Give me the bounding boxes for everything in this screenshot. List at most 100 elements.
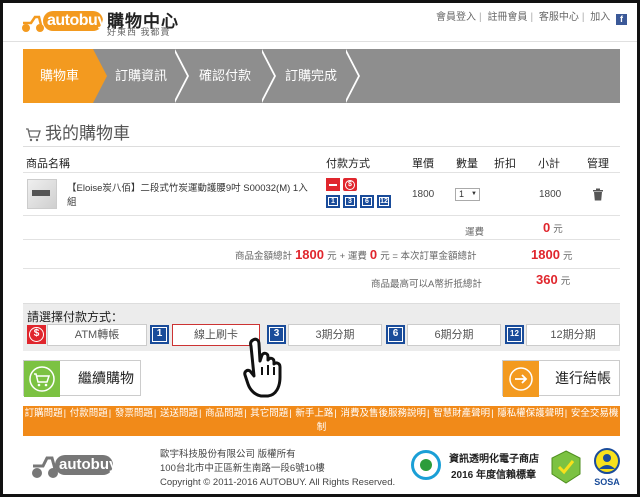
pay-atm-icon — [326, 178, 340, 191]
cart-divider — [23, 146, 620, 147]
company-name: 歐宇科技股份有限公司 版權所有 — [160, 449, 296, 460]
logo-text: autobuy — [43, 11, 106, 31]
footer-link-ip[interactable]: 智慧財產聲明 — [433, 408, 490, 419]
row-divider — [23, 215, 620, 216]
trust-mark-icon — [411, 450, 441, 480]
pay-option-6-installments[interactable]: 6期分期 — [407, 324, 501, 346]
col-discount: 折扣 — [494, 158, 516, 170]
sosa-text: SOSA — [594, 477, 620, 487]
step-order-info: 訂購資訊 — [115, 68, 168, 83]
hand-pointer-icon — [243, 337, 282, 398]
sosa-icon — [594, 448, 620, 474]
company-address: 100台北市中正區新生南路一段6號10樓 — [160, 463, 325, 474]
total-line: 商品金額總計 1800 元 + 運費 0 元 = 本次訂單金額總計 — [235, 247, 477, 262]
login-link[interactable]: 會員登入 — [433, 12, 479, 23]
shipping-total: 0 — [369, 247, 378, 262]
trust-certificate[interactable]: 資訊透明化電子商店 2016 年度信賴標章 — [411, 448, 541, 488]
step-arrow — [344, 49, 358, 103]
cert-line2: 2016 年度信賴標章 — [451, 470, 537, 481]
step-arrow — [173, 49, 187, 103]
shopping-cart-icon — [24, 361, 60, 397]
col-payment: 付款方式 — [326, 158, 370, 170]
company-info: 歐宇科技股份有限公司 版權所有 100台北市中正區新生南路一段6號10樓 Cop… — [160, 448, 395, 490]
footer-link-newbie[interactable]: 新手上路 — [295, 408, 333, 419]
installment-1-icon[interactable]: 1 — [150, 325, 169, 344]
pay-option-atm[interactable]: ATM轉帳 — [47, 324, 147, 346]
register-link[interactable]: 註冊會員 — [484, 12, 530, 23]
step-complete: 訂購完成 — [285, 68, 338, 83]
shipping-value: 0 — [543, 220, 551, 235]
checkout-label: 進行結帳 — [555, 370, 611, 386]
pay-option-3-installments[interactable]: 3期分期 — [288, 324, 382, 346]
pay-1-icon: 1 — [326, 195, 340, 208]
step-arrow — [260, 49, 274, 103]
brand-subtitle: 好東西 我都賣 — [107, 27, 171, 37]
footer-link-product[interactable]: 商品問題 — [205, 408, 243, 419]
sosa-badge[interactable]: SOSA — [589, 447, 625, 491]
grand-total: 1800 — [531, 247, 560, 262]
page-frame: autobuy 購物中心 好東西 我都賣 會員登入 | 註冊會員 | 客服中心 | 加… — [3, 3, 637, 494]
pay-6-icon: 6 — [360, 195, 374, 208]
col-subtotal: 小計 — [538, 158, 560, 170]
max-label: 商品最高可以A幣折抵總計 — [371, 279, 482, 290]
col-qty: 數量 — [456, 158, 478, 170]
pay-12-icon: 12 — [377, 195, 391, 208]
col-manage: 管理 — [587, 158, 609, 170]
row-divider — [23, 268, 620, 269]
service-link[interactable]: 客服中心 — [536, 12, 582, 23]
atm-icon[interactable]: $ — [27, 325, 46, 344]
pay-cash-icon: $ — [343, 178, 357, 191]
row-divider — [23, 239, 620, 240]
cart-title-text: 我的購物車 — [45, 124, 130, 143]
quantity-select[interactable]: 1 ▼ — [455, 188, 480, 201]
header: autobuy 購物中心 好東西 我都賣 會員登入 | 註冊會員 | 客服中心 | 加… — [3, 3, 637, 43]
row-divider — [23, 172, 620, 173]
footer-link-privacy[interactable]: 隱私權保護聲明 — [497, 408, 564, 419]
col-price: 單價 — [412, 158, 434, 170]
goods-total: 1800 — [295, 247, 324, 262]
step-arrow — [93, 49, 107, 103]
step-cart: 購物車 — [40, 68, 80, 83]
checkout-button[interactable]: 進行結帳 — [502, 360, 620, 397]
continue-shopping-label: 繼續購物 — [78, 370, 134, 386]
installment-6-icon[interactable]: 6 — [386, 325, 405, 344]
footer-link-delivery[interactable]: 送送問題 — [160, 408, 198, 419]
top-links: 會員登入 | 註冊會員 | 客服中心 | 加入 f — [433, 8, 627, 25]
pay-option-12-installments[interactable]: 12期分期 — [526, 324, 620, 346]
product-thumbnail[interactable] — [27, 179, 57, 209]
product-name[interactable]: 【Eloise炭八佰】二段式竹炭運動護腰9吋 S00032(M) 1入組 — [67, 182, 313, 210]
footer-link-other[interactable]: 其它問題 — [250, 408, 288, 419]
shipping-value-wrap: 0 元 — [543, 220, 563, 235]
header-divider — [3, 41, 637, 42]
scooter-icon — [22, 15, 44, 32]
max-value: 360 — [536, 272, 558, 287]
max-value-wrap: 360 元 — [536, 272, 571, 287]
footer-link-invoice[interactable]: 發票問題 — [115, 408, 153, 419]
item-price: 1800 — [412, 189, 435, 200]
continue-shopping-button[interactable]: 繼續購物 — [23, 360, 141, 397]
trash-icon[interactable] — [592, 188, 604, 201]
facebook-icon[interactable]: f — [616, 14, 627, 25]
shipping-label: 運費 — [465, 227, 485, 238]
cart-title: 我的購物車 — [25, 119, 130, 144]
copyright: Copyright © 2011-2016 AUTOBUY. All Right… — [160, 477, 396, 488]
autobuy-logo[interactable]: autobuy — [21, 9, 106, 35]
join-link[interactable]: 加入 — [587, 12, 613, 23]
footer-link-payment[interactable]: 付款問題 — [70, 408, 108, 419]
checkout-steps: 購物車 訂購資訊 確認付款 訂購完成 — [23, 49, 620, 103]
cart-icon — [26, 128, 41, 142]
col-product: 商品名稱 — [26, 158, 70, 170]
payment-label: 請選擇付款方式： — [27, 310, 124, 324]
pay-3-icon: 3 — [343, 195, 357, 208]
cert-line1: 資訊透明化電子商店 — [449, 454, 539, 465]
green-shop-badge-icon[interactable] — [550, 450, 582, 484]
installment-12-icon[interactable]: 12 — [505, 325, 524, 344]
footer-logo-text: autobuy — [55, 455, 117, 475]
item-subtotal: 1800 — [539, 189, 562, 200]
grand-total-wrap: 1800 元 — [531, 247, 573, 262]
footer-link-service[interactable]: 消費及售後服務說明 — [340, 408, 426, 419]
footer-links: 訂購問題| 付款問題| 發票問題| 送送問題| 商品問題| 其它問題| 新手上路… — [23, 406, 620, 436]
step-confirm-payment: 確認付款 — [199, 68, 252, 83]
arrow-right-icon — [503, 361, 539, 397]
footer-link-order[interactable]: 訂購問題 — [25, 408, 63, 419]
